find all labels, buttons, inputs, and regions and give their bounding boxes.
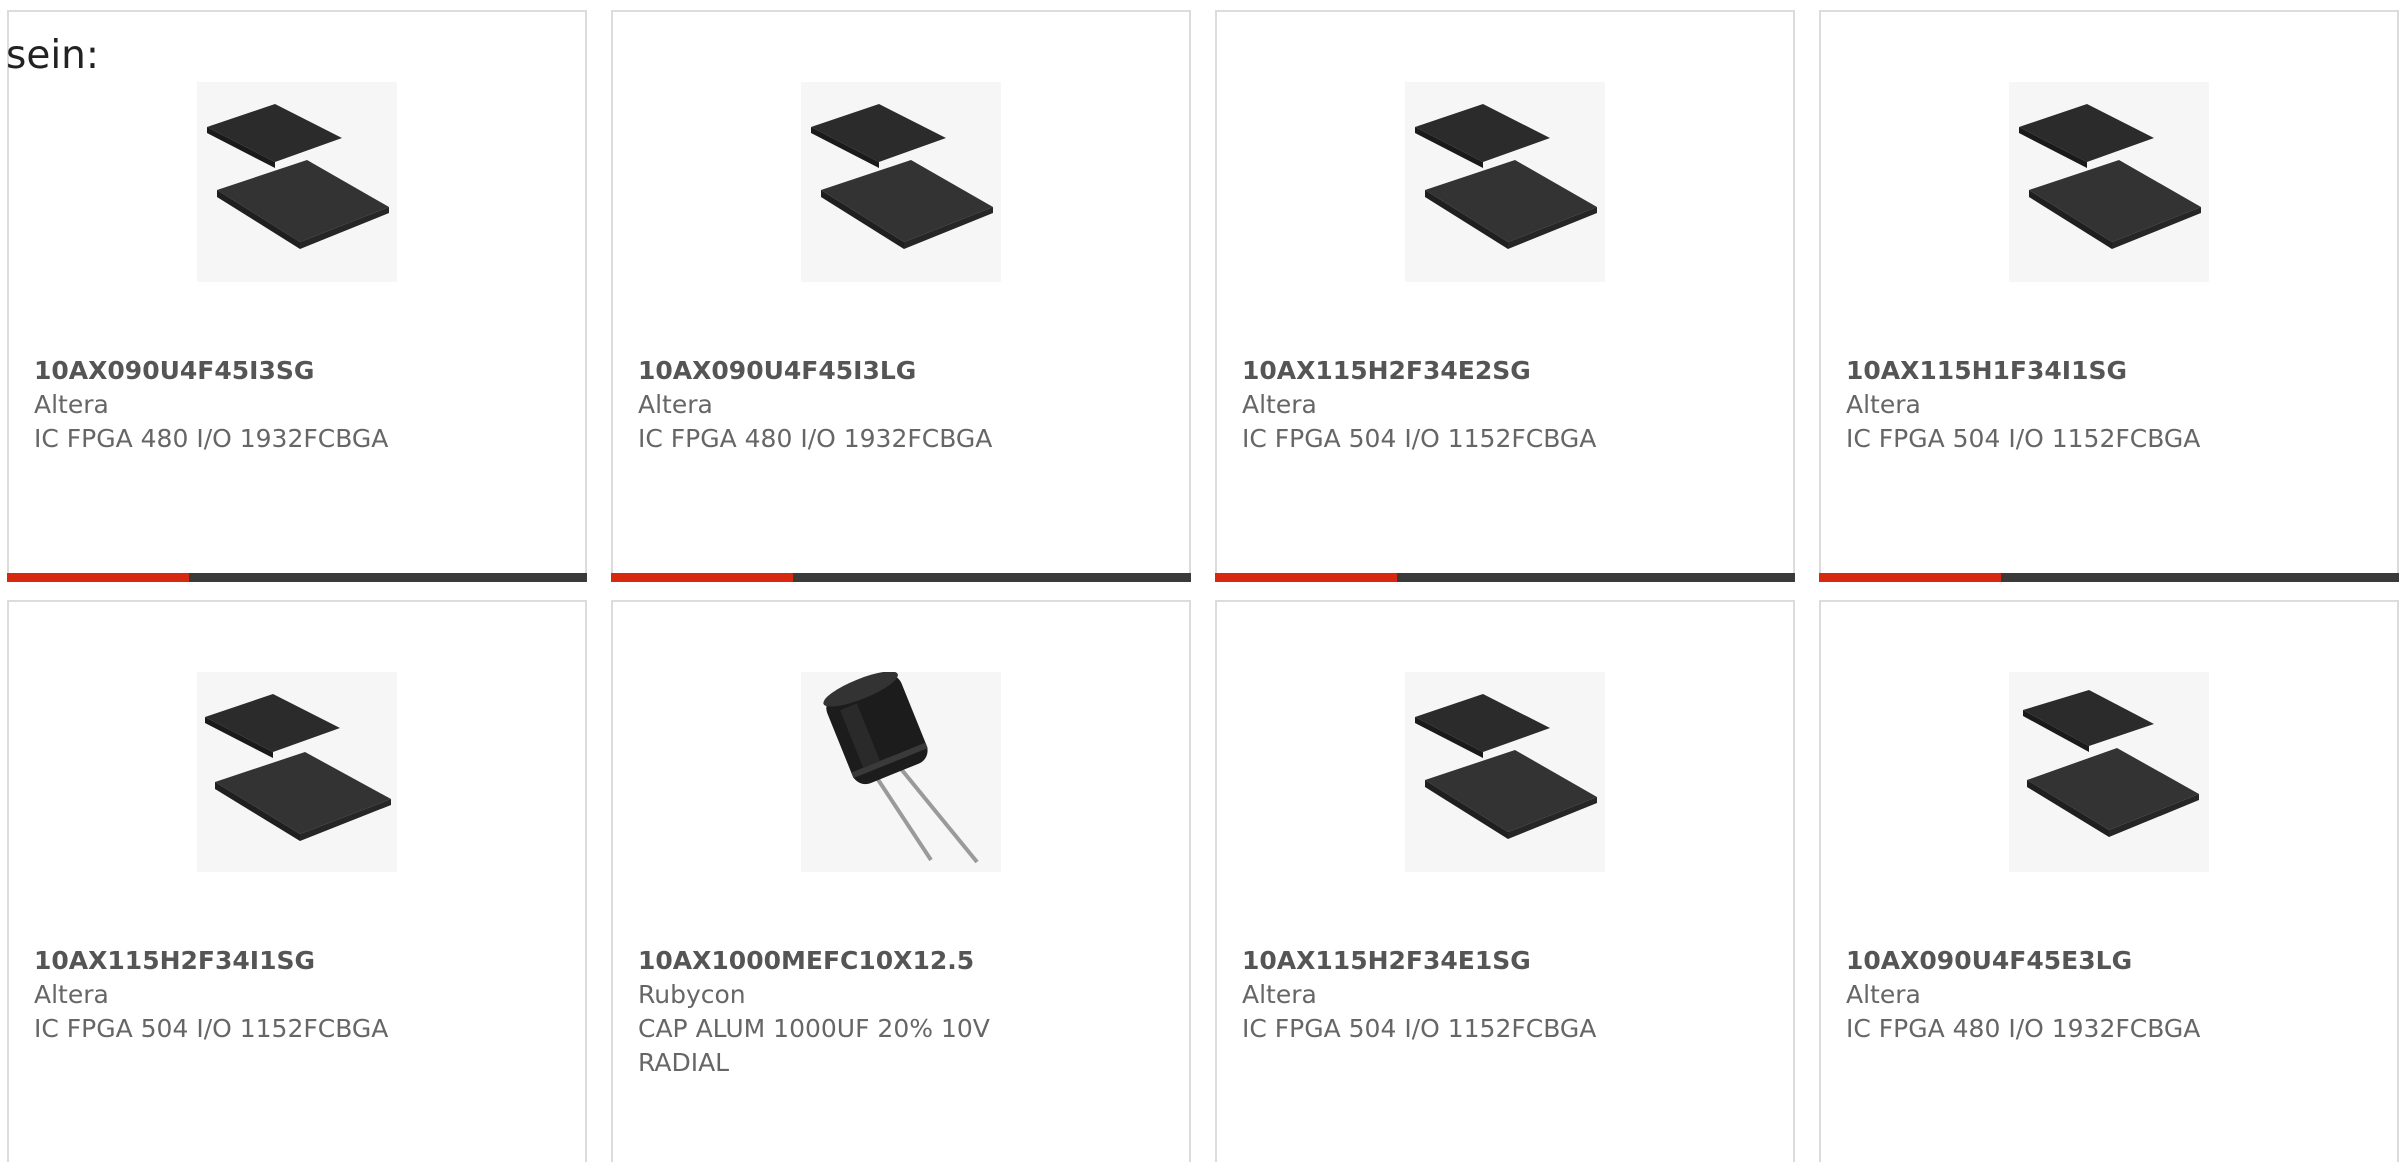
- card-footer-bar: [1819, 573, 2399, 582]
- accent-bar: [1215, 573, 1397, 582]
- fpga-chip-icon: [1405, 82, 1605, 282]
- card-footer-bar: [7, 573, 587, 582]
- product-card[interactable]: 10AX090U4F45I3LG Altera IC FPGA 480 I/O …: [611, 10, 1191, 582]
- description: IC FPGA 504 I/O 1152FCBGA: [1846, 424, 2201, 453]
- part-number[interactable]: 10AX090U4F45I3SG: [34, 354, 474, 388]
- product-grid: 10AX090U4F45I3SG Altera IC FPGA 480 I/O …: [7, 10, 2399, 1162]
- section-heading: sein:: [6, 33, 100, 78]
- accent-bar: [611, 573, 793, 582]
- part-number[interactable]: 10AX090U4F45I3LG: [638, 354, 1078, 388]
- accent-bar: [7, 573, 189, 582]
- description: IC FPGA 504 I/O 1152FCBGA: [1242, 1014, 1597, 1043]
- fpga-chip-icon: [801, 82, 1001, 282]
- fpga-chip-icon: [2009, 82, 2209, 282]
- product-card[interactable]: 10AX1000MEFC10X12.5 Rubycon CAP ALUM 100…: [611, 600, 1191, 1162]
- manufacturer: Altera: [1242, 980, 1317, 1009]
- product-card[interactable]: 10AX115H1F34I1SG Altera IC FPGA 504 I/O …: [1819, 10, 2399, 582]
- manufacturer: Altera: [34, 390, 109, 419]
- card-footer-bar: [611, 573, 1191, 582]
- fpga-chip-icon: [197, 82, 397, 282]
- product-card[interactable]: 10AX115H2F34E2SG Altera IC FPGA 504 I/O …: [1215, 10, 1795, 582]
- product-card[interactable]: 10AX090U4F45I3SG Altera IC FPGA 480 I/O …: [7, 10, 587, 582]
- part-number[interactable]: 10AX115H2F34I1SG: [34, 944, 474, 978]
- product-card[interactable]: 10AX090U4F45E3LG Altera IC FPGA 480 I/O …: [1819, 600, 2399, 1162]
- capacitor-icon: [801, 672, 1001, 872]
- product-page: sein: 10AX090U4F45I3SG Altera IC FPGA 48…: [0, 0, 2400, 1162]
- description: IC FPGA 504 I/O 1152FCBGA: [34, 1014, 389, 1043]
- card-footer-bar: [1215, 573, 1795, 582]
- product-card[interactable]: 10AX115H2F34I1SG Altera IC FPGA 504 I/O …: [7, 600, 587, 1162]
- description: IC FPGA 480 I/O 1932FCBGA: [34, 424, 389, 453]
- product-card[interactable]: 10AX115H2F34E1SG Altera IC FPGA 504 I/O …: [1215, 600, 1795, 1162]
- manufacturer: Altera: [34, 980, 109, 1009]
- fpga-chip-icon: [2009, 672, 2209, 872]
- part-number[interactable]: 10AX115H1F34I1SG: [1846, 354, 2286, 388]
- fpga-chip-icon: [1405, 672, 1605, 872]
- manufacturer: Altera: [638, 390, 713, 419]
- fpga-chip-icon: [197, 672, 397, 872]
- description: IC FPGA 480 I/O 1932FCBGA: [638, 424, 993, 453]
- part-number[interactable]: 10AX090U4F45E3LG: [1846, 944, 2286, 978]
- part-number[interactable]: 10AX115H2F34E2SG: [1242, 354, 1682, 388]
- manufacturer: Altera: [1846, 980, 1921, 1009]
- part-number[interactable]: 10AX1000MEFC10X12.5: [638, 944, 1078, 978]
- part-number[interactable]: 10AX115H2F34E1SG: [1242, 944, 1682, 978]
- description: CAP ALUM 1000UF 20% 10V RADIAL: [638, 1014, 990, 1077]
- description: IC FPGA 480 I/O 1932FCBGA: [1846, 1014, 2201, 1043]
- manufacturer: Rubycon: [638, 980, 746, 1009]
- accent-bar: [1819, 573, 2001, 582]
- manufacturer: Altera: [1846, 390, 1921, 419]
- manufacturer: Altera: [1242, 390, 1317, 419]
- description: IC FPGA 504 I/O 1152FCBGA: [1242, 424, 1597, 453]
